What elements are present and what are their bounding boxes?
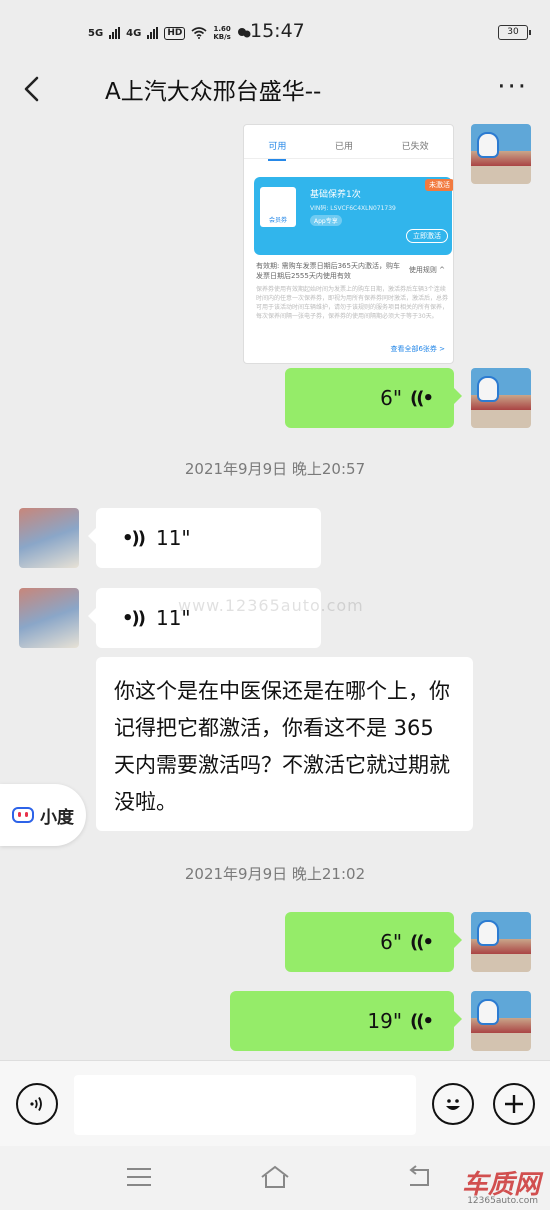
network-5g: 5G xyxy=(88,27,104,39)
message-input-bar xyxy=(0,1060,550,1146)
brand-watermark-url: 12365auto.com xyxy=(467,1196,538,1206)
emoji-button[interactable] xyxy=(432,1083,474,1125)
coupon-tag: App专享 xyxy=(310,215,342,226)
back-nav-icon[interactable] xyxy=(404,1164,434,1190)
coupon-status-badge: 未激活 xyxy=(425,179,453,191)
back-arrow-icon[interactable] xyxy=(18,74,48,104)
voice-duration: 6" xyxy=(380,930,403,954)
more-options-icon[interactable]: ··· xyxy=(497,72,528,102)
my-avatar[interactable] xyxy=(471,124,531,184)
network-speed: 1.60 KB/s xyxy=(213,25,230,41)
xiaodu-assistant-button[interactable]: 小度 xyxy=(0,784,86,846)
speed-unit: KB/s xyxy=(213,33,231,41)
tab-expired: 已失效 xyxy=(401,142,429,152)
voice-duration: 11" xyxy=(155,526,191,550)
chat-app-icon xyxy=(237,28,251,38)
plus-icon xyxy=(505,1095,523,1113)
voice-wave-icon: ((• xyxy=(410,1010,434,1032)
voice-wave-icon: •)) xyxy=(122,527,146,549)
voice-wave-icon: •)) xyxy=(122,607,146,629)
signal-icon xyxy=(147,27,159,39)
voice-duration: 19" xyxy=(367,1009,403,1033)
my-avatar[interactable] xyxy=(471,991,531,1051)
signal-icon xyxy=(109,27,121,39)
tab-used: 已用 xyxy=(334,142,353,152)
home-icon[interactable] xyxy=(260,1164,290,1190)
voice-duration: 6" xyxy=(380,386,403,410)
speed-value: 1.60 xyxy=(213,25,231,33)
coupon-description: 保养券使用有效期起始时间为发票上的购车日期，激活券后车辆3个连续时间内的任意一次… xyxy=(256,286,449,320)
wifi-icon xyxy=(191,27,207,39)
voice-transcript-text[interactable]: 你这个是在中医保还是在哪个上，你记得把它都激活，你看这不是 365 天内需要激活… xyxy=(96,657,473,831)
network-4g: 4G xyxy=(126,27,142,39)
battery-icon: 30 xyxy=(498,25,531,40)
message-timestamp: 2021年9月9日 晚上21:02 xyxy=(184,865,366,883)
menu-icon[interactable] xyxy=(124,1164,154,1190)
voice-icon xyxy=(30,1097,42,1111)
shared-image-message[interactable]: 可用 已用 已失效 会员券 基础保养1次 VIN码: LSVCF6C4XLN07… xyxy=(243,124,454,364)
robot-mascot xyxy=(477,132,499,158)
coupon-vin: VIN码: LSVCF6C4XLN071739 xyxy=(310,205,396,212)
more-functions-button[interactable] xyxy=(493,1083,535,1125)
xiaodu-label: 小度 xyxy=(40,807,74,828)
status-bar: 5G 4G HD 1.60 KB/s 15:47 30 xyxy=(0,0,550,64)
voice-wave-icon: ((• xyxy=(410,931,434,953)
emoji-icon xyxy=(446,1099,460,1110)
hd-badge: HD xyxy=(164,26,186,40)
my-avatar[interactable] xyxy=(471,368,531,428)
robot-mascot xyxy=(477,376,499,402)
coupon-icon: 会员券 xyxy=(260,187,296,227)
chat-messages[interactable]: 可用 已用 已失效 会员券 基础保养1次 VIN码: LSVCF6C4XLN07… xyxy=(0,116,550,1060)
view-all-coupons-link: 查看全部6张券 > xyxy=(390,345,445,353)
voice-message-received[interactable]: •)) 11" xyxy=(88,508,321,568)
voice-input-button[interactable] xyxy=(16,1083,58,1125)
coupon-tabs: 可用 已用 已失效 xyxy=(244,125,453,161)
chat-header: A上汽大众邢台盛华-- ··· xyxy=(0,64,550,116)
status-left: 5G 4G HD 1.60 KB/s xyxy=(88,22,251,44)
chat-title: A上汽大众邢台盛华-- xyxy=(105,79,322,105)
contact-avatar[interactable] xyxy=(19,588,79,648)
voice-message-sent[interactable]: 6" ((• xyxy=(285,912,462,972)
voice-wave-icon: ((• xyxy=(410,387,434,409)
xiaodu-icon xyxy=(12,807,34,823)
activate-button: 立即激活 xyxy=(406,229,448,243)
contact-avatar[interactable] xyxy=(19,508,79,568)
site-watermark: www.12365auto.com xyxy=(178,596,364,615)
voice-message-sent[interactable]: 19" ((• xyxy=(230,991,462,1051)
coupon-validity: 有效期: 需购车发票日期后365天内激活，购车发票日期后2555天内使用有效 xyxy=(256,262,400,280)
message-timestamp: 2021年9月9日 晚上20:57 xyxy=(184,460,366,478)
message-input[interactable] xyxy=(74,1075,416,1135)
coupon-card: 会员券 基础保养1次 VIN码: LSVCF6C4XLN071739 App专享… xyxy=(254,177,453,255)
my-avatar[interactable] xyxy=(471,912,531,972)
coupon-title: 基础保养1次 xyxy=(310,190,361,200)
clock: 15:47 xyxy=(250,20,305,42)
voice-message-sent[interactable]: 6" ((• xyxy=(285,368,462,428)
tab-available: 可用 xyxy=(268,139,287,161)
coupon-rules: 使用规则 ^ xyxy=(408,266,445,274)
robot-mascot xyxy=(477,920,499,946)
robot-mascot xyxy=(477,999,499,1025)
